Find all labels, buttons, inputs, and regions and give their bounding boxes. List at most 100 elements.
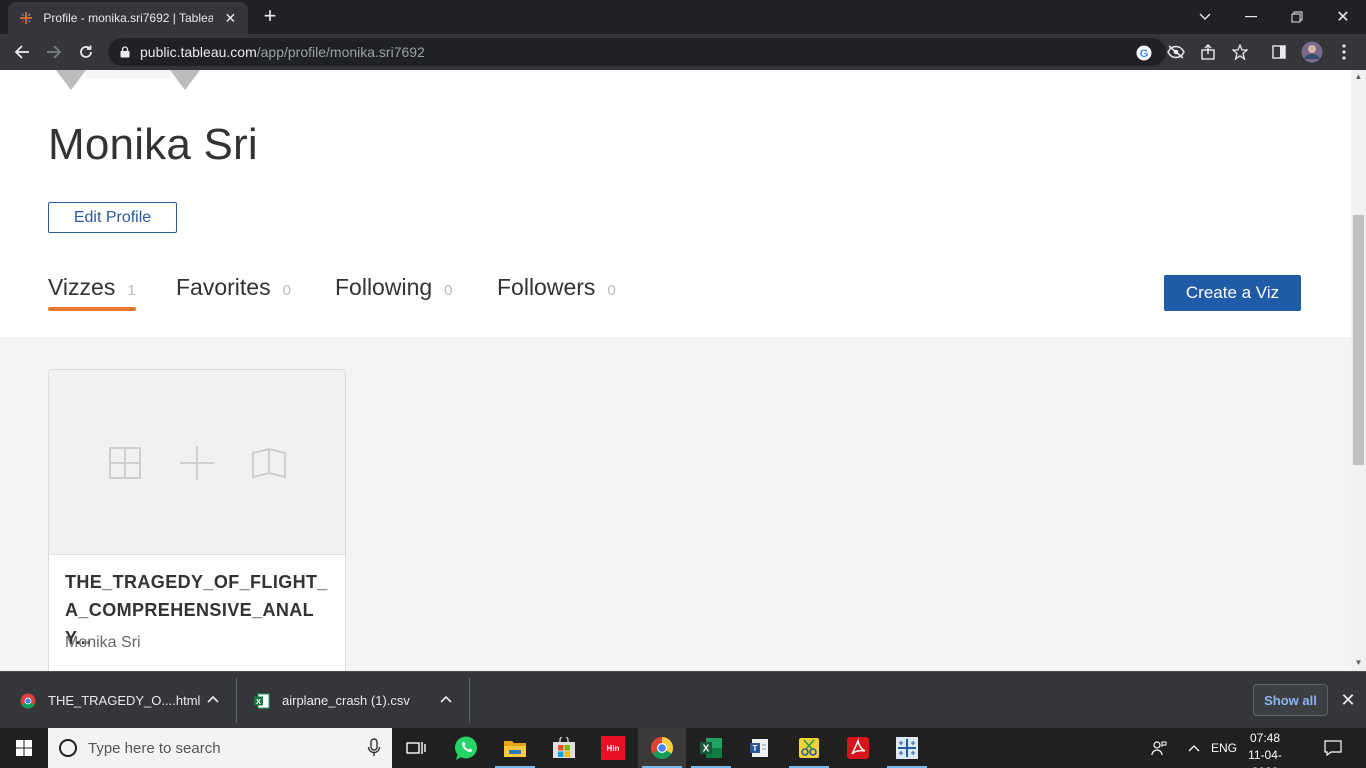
sticky-app-icon: T — [750, 739, 768, 757]
microphone-icon[interactable] — [366, 738, 382, 758]
store-icon — [553, 737, 575, 758]
share-icon[interactable] — [1196, 40, 1220, 64]
snip-app[interactable] — [785, 728, 833, 768]
page-scrollbar[interactable]: ▲ ▼ — [1351, 70, 1366, 671]
excel-icon: X — [700, 738, 722, 758]
chrome-icon — [651, 737, 673, 759]
tab-label: Vizzes — [48, 274, 116, 300]
svg-text:Hin: Hin — [607, 744, 620, 753]
browser-toolbar: public.tableau.com/app/profile/monika.sr… — [0, 34, 1366, 70]
browser-tab[interactable]: Profile - monika.sri7692 | Tableau Publi… — [8, 2, 248, 34]
close-window-button[interactable]: ✕ — [1320, 0, 1366, 34]
tab-search-chevron-icon[interactable] — [1182, 0, 1228, 34]
tab-label: Following — [335, 274, 433, 300]
task-view-button[interactable] — [392, 728, 440, 768]
tracking-blocked-eye-icon[interactable] — [1164, 40, 1188, 64]
profile-avatar-icon[interactable] — [1300, 40, 1324, 64]
back-button[interactable] — [10, 40, 34, 64]
viz-thumbnail[interactable] — [49, 370, 345, 555]
sticky-app[interactable]: T — [736, 728, 784, 768]
excel-app[interactable]: X — [687, 728, 735, 768]
svg-text:G: G — [1140, 48, 1149, 60]
viz-author[interactable]: Monika Sri — [65, 634, 141, 652]
close-icon[interactable]: ✕ — [1338, 690, 1358, 710]
taskbar-clock[interactable]: 07:48 11-04-2023 — [1236, 730, 1294, 768]
tableau-app[interactable] — [883, 728, 931, 768]
tab-label: Favorites — [176, 274, 271, 300]
file-explorer-app[interactable] — [491, 728, 539, 768]
lock-icon[interactable] — [120, 46, 130, 58]
tab-label: Followers — [497, 274, 596, 300]
url-host: public.tableau.com — [140, 44, 257, 60]
svg-text:X: X — [256, 696, 261, 705]
address-bar[interactable]: public.tableau.com/app/profile/monika.sr… — [108, 38, 1166, 66]
chevron-up-icon[interactable] — [438, 692, 454, 708]
tab-close-icon[interactable]: ✕ — [223, 10, 238, 27]
chevron-up-icon[interactable] — [1182, 728, 1206, 768]
clock-date: 11-04-2023 — [1248, 748, 1282, 768]
create-viz-button[interactable]: Create a Viz — [1164, 275, 1301, 311]
edit-profile-button[interactable]: Edit Profile — [48, 202, 177, 233]
chrome-app[interactable] — [638, 728, 686, 768]
tab-count: 0 — [282, 282, 291, 299]
tableau-favicon-icon — [18, 10, 33, 26]
profile-page: Monika Sri Edit Profile Vizzes 1 Favorit… — [0, 70, 1351, 671]
hindi-app[interactable]: Hin — [589, 728, 637, 768]
file-explorer-icon — [504, 741, 526, 757]
download-filename: THE_TRAGEDY_O....html — [48, 693, 201, 708]
tab-favorites[interactable]: Favorites 0 — [176, 274, 291, 310]
tab-count: 0 — [444, 282, 453, 299]
download-item[interactable]: THE_TRAGEDY_O....html — [20, 672, 230, 729]
profile-header: Monika Sri Edit Profile Vizzes 1 Favorit… — [0, 70, 1351, 337]
windows-start-button[interactable] — [0, 728, 48, 768]
scroll-thumb[interactable] — [1353, 215, 1364, 465]
windows-taskbar: Type here to search Hin X T ENG 07:48 11… — [0, 728, 1366, 768]
acrobat-app[interactable] — [834, 728, 882, 768]
reload-button[interactable] — [74, 40, 98, 64]
svg-text:T: T — [753, 744, 758, 753]
tableau-icon — [896, 737, 918, 759]
restore-button[interactable] — [1274, 0, 1320, 34]
kebab-menu-icon[interactable] — [1332, 40, 1356, 64]
tab-vizzes[interactable]: Vizzes 1 — [48, 274, 136, 310]
tab-count: 1 — [127, 282, 136, 299]
download-item[interactable]: X airplane_crash (1).csv — [254, 672, 444, 729]
search-placeholder: Type here to search — [88, 739, 221, 757]
viz-card[interactable]: THE_TRAGEDY_OF_FLIGHT_A_COMPREHENSIVE_AN… — [48, 369, 346, 671]
clock-time: 07:48 — [1249, 731, 1281, 745]
scroll-up-icon[interactable]: ▲ — [1353, 72, 1364, 82]
whatsapp-icon — [455, 736, 477, 760]
tab-following[interactable]: Following 0 — [335, 274, 453, 310]
acrobat-icon — [847, 737, 869, 759]
story-book-icon — [252, 447, 286, 479]
dashboard-grid-icon — [109, 447, 141, 479]
excel-file-icon: X — [254, 693, 270, 708]
task-view-icon — [406, 742, 426, 754]
bookmark-star-icon[interactable] — [1228, 40, 1252, 64]
taskbar-search-box[interactable]: Type here to search — [48, 728, 392, 768]
forward-button[interactable] — [42, 40, 66, 64]
chevron-up-icon[interactable] — [205, 692, 221, 708]
tab-count: 0 — [607, 282, 616, 299]
notification-icon[interactable] — [1318, 728, 1348, 768]
download-filename: airplane_crash (1).csv — [282, 693, 410, 708]
show-all-button[interactable]: Show all — [1253, 684, 1328, 716]
minimize-button[interactable] — [1228, 0, 1274, 34]
url-text: public.tableau.com/app/profile/monika.sr… — [140, 44, 425, 60]
divider — [469, 678, 470, 723]
chrome-icon — [20, 693, 36, 709]
plus-icon — [180, 446, 214, 480]
profile-name: Monika Sri — [48, 120, 258, 169]
scroll-down-icon[interactable]: ▼ — [1353, 658, 1364, 668]
whatsapp-app[interactable] — [442, 728, 490, 768]
tab-title: Profile - monika.sri7692 | Tableau Publi… — [43, 11, 213, 25]
side-panel-icon[interactable] — [1267, 40, 1291, 64]
people-icon[interactable] — [1146, 728, 1172, 768]
browser-tab-bar: Profile - monika.sri7692 | Tableau Publi… — [0, 0, 1366, 34]
url-path: /app/profile/monika.sri7692 — [256, 44, 425, 60]
microsoft-store-app[interactable] — [540, 728, 588, 768]
search-icon — [59, 739, 77, 757]
tab-followers[interactable]: Followers 0 — [497, 274, 616, 310]
new-tab-button[interactable]: + — [258, 5, 282, 29]
google-icon[interactable]: G — [1135, 44, 1153, 62]
